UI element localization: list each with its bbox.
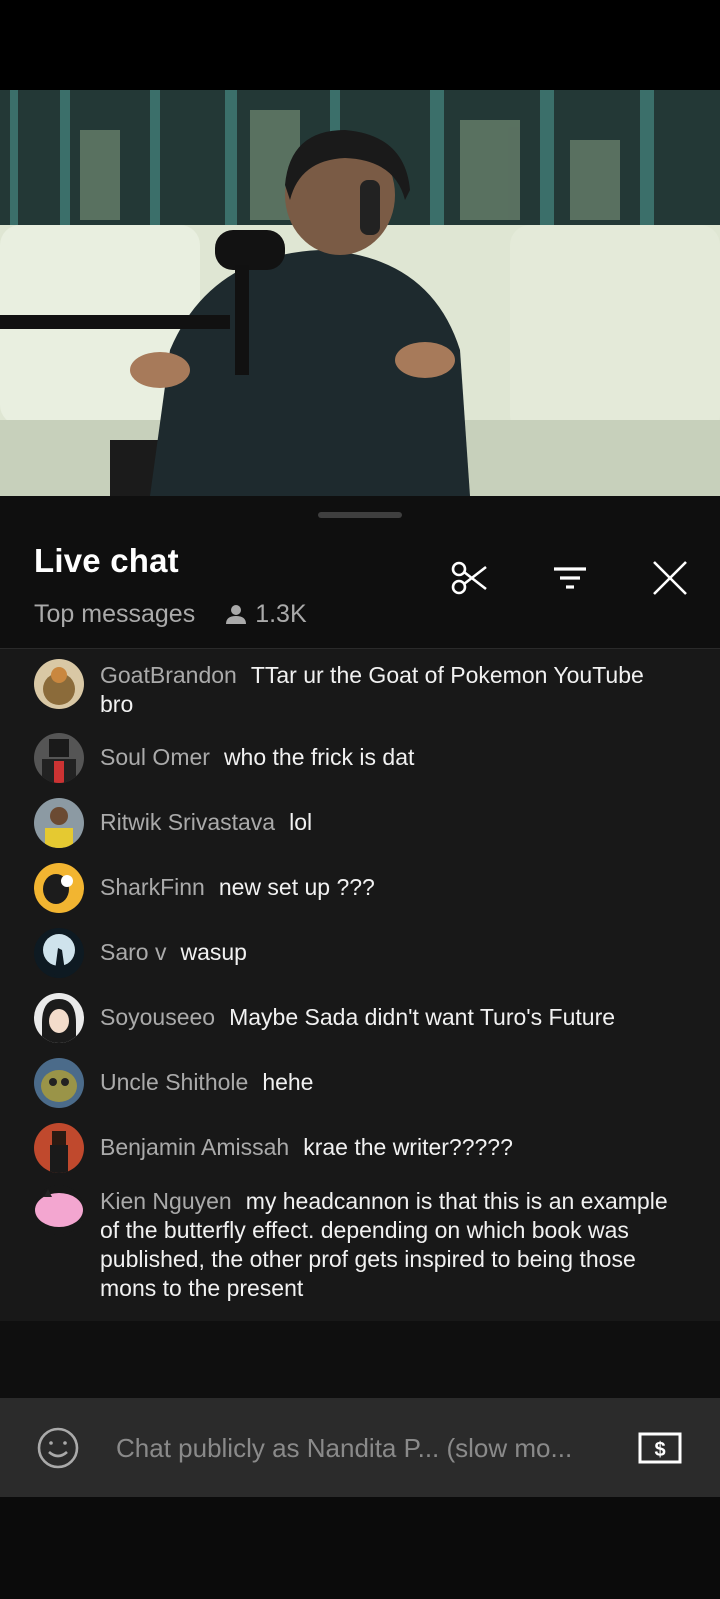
message-list[interactable]: GoatBrandon TTar ur the Goat of Pokemon Y… [0,649,720,1321]
close-icon [650,558,690,603]
message-author[interactable]: Benjamin Amissah [100,1134,289,1160]
message-text: wasup [180,939,247,965]
filter-icon [550,558,590,603]
filter-button[interactable] [546,556,594,604]
live-chat-panel: Live chat Top messages 1.3K GoatBrandon … [0,496,720,1599]
message-author[interactable]: GoatBrandon [100,662,237,688]
close-button[interactable] [646,556,694,604]
message-text: who the frick is dat [223,744,415,770]
message-author[interactable]: Kien Nguyen [100,1188,232,1214]
avatar[interactable] [34,1123,84,1173]
message-text: hehe [262,1069,314,1095]
avatar[interactable] [34,798,84,848]
scissors-icon [450,558,490,603]
svg-text:$: $ [654,1439,665,1461]
clip-button[interactable] [446,556,494,604]
drag-handle[interactable] [318,512,402,518]
chat-input-bar: Chat publicly as Nandita P... (slow mo..… [0,1398,720,1497]
message-text: krae the writer????? [303,1134,513,1160]
avatar[interactable] [34,993,84,1043]
super-chat-button[interactable]: $ [638,1432,682,1464]
emoji-icon [36,1427,80,1474]
avatar[interactable] [34,733,84,783]
chat-title: Live chat [34,542,179,579]
viewer-count-label: 1.3K [255,599,307,628]
emoji-button[interactable] [36,1426,80,1470]
video-frame [0,90,720,496]
message-author[interactable]: Ritwik Srivastava [100,809,275,835]
viewer-count: 1.3K [225,599,307,629]
message-text: new set up ??? [218,874,375,900]
avatar[interactable] [34,928,84,978]
chat-mode-selector[interactable]: Top messages [34,600,195,629]
app-root: Live chat Top messages 1.3K GoatBrandon … [0,0,720,1599]
avatar[interactable] [34,1185,84,1235]
avatar[interactable] [34,1058,84,1108]
bottom-spacer [0,1497,720,1599]
message-author[interactable]: Saro v [100,939,166,965]
video-player[interactable] [0,90,720,496]
dollar-icon: $ [638,1432,682,1468]
avatar[interactable] [34,659,84,709]
avatar[interactable] [34,863,84,913]
chat-input[interactable]: Chat publicly as Nandita P... (slow mo..… [116,1428,616,1468]
message-author[interactable]: Uncle Shithole [100,1069,248,1095]
person-icon [225,603,247,625]
status-bar-area [0,0,720,90]
message-text: lol [289,809,313,835]
chat-mode-row[interactable]: Top messages 1.3K [34,598,307,630]
message-author[interactable]: SharkFinn [100,874,205,900]
message-text: Maybe Sada didn't want Turo's Future [229,1004,616,1030]
message-author[interactable]: Soyouseeo [100,1004,215,1030]
message-author[interactable]: Soul Omer [100,744,210,770]
